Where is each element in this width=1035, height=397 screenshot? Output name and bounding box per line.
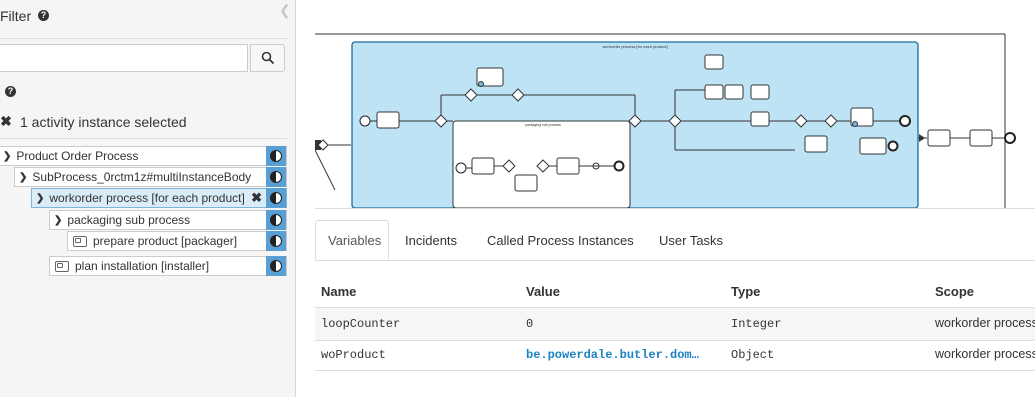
chevron-down-icon[interactable]: ❯ xyxy=(54,215,62,226)
variable-value[interactable]: 0 xyxy=(526,317,533,331)
column-header-value[interactable]: Value xyxy=(526,284,560,299)
table-row xyxy=(315,308,1035,340)
user-task-icon xyxy=(55,260,69,272)
variable-name: loopCounter xyxy=(321,317,401,331)
search-input[interactable] xyxy=(0,44,248,72)
filter-title: Filter xyxy=(0,8,32,24)
variable-type: Integer xyxy=(731,317,782,331)
panel-gutter xyxy=(307,0,315,397)
divider xyxy=(0,138,287,139)
tree-node-label: prepare product [packager] xyxy=(93,234,238,248)
chevron-down-icon[interactable]: ❯ xyxy=(19,172,27,183)
half-circle-icon xyxy=(270,192,282,204)
variable-scope: workorder process xyxy=(935,347,1035,361)
tab-user-tasks[interactable]: User Tasks xyxy=(647,220,735,260)
collapse-sidebar-icon[interactable]: ❮ xyxy=(279,2,291,19)
column-header-type[interactable]: Type xyxy=(731,284,760,299)
chevron-down-icon[interactable]: ❯ xyxy=(36,193,44,204)
tree-node-workorder[interactable]: ❯ workorder process [for each product] ✖ xyxy=(31,188,287,208)
table-divider xyxy=(315,340,1035,341)
toggle-instance-button[interactable] xyxy=(266,256,286,276)
tree-node-label: Product Order Process xyxy=(16,149,139,163)
deselect-icon[interactable]: ✖ xyxy=(251,190,262,206)
help-icon[interactable]: ? xyxy=(5,86,16,97)
half-circle-icon xyxy=(270,150,282,162)
toggle-instance-button[interactable] xyxy=(266,146,286,166)
pool-label: workorder process [for each product] xyxy=(602,44,667,49)
tree-node-label: packaging sub process xyxy=(67,213,191,227)
column-header-name[interactable]: Name xyxy=(321,284,356,299)
toggle-instance-button[interactable] xyxy=(266,188,286,208)
half-circle-icon xyxy=(270,171,282,183)
toggle-instance-button[interactable] xyxy=(266,231,286,251)
search-icon xyxy=(261,51,274,65)
tree-node-mi-body[interactable]: ❯ SubProcess_0rctm1z#multiInstanceBody xyxy=(14,167,287,187)
toggle-instance-button[interactable] xyxy=(266,167,286,187)
chevron-down-icon[interactable]: ❯ xyxy=(3,151,11,162)
variable-name: woProduct xyxy=(321,348,386,362)
filter-sidebar: ❮ Filter ? ? ✖ 1 activity instance selec… xyxy=(0,0,296,397)
tree-node-label: workorder process [for each product] xyxy=(49,191,245,205)
selection-row: ✖ 1 activity instance selected xyxy=(0,113,187,130)
toggle-instance-button[interactable] xyxy=(266,210,286,230)
half-circle-icon xyxy=(270,235,282,247)
column-header-scope[interactable]: Scope xyxy=(935,284,974,299)
bpmn-diagram[interactable]: workorder process [for each product] pac… xyxy=(314,0,1035,209)
tab-variables[interactable]: Variables xyxy=(315,220,389,260)
help-icon[interactable]: ? xyxy=(38,10,49,21)
tab-called-process-instances[interactable]: Called Process Instances xyxy=(475,220,646,260)
subprocess-label: packaging sub process xyxy=(525,123,561,127)
selection-text: 1 activity instance selected xyxy=(20,113,187,130)
detail-tabs: Variables Incidents Called Process Insta… xyxy=(315,212,1035,261)
variable-type: Object xyxy=(731,348,775,362)
tree-node-prepare[interactable]: prepare product [packager] xyxy=(67,231,287,251)
diagram-canvas[interactable]: workorder process [for each product] pac… xyxy=(314,0,1035,209)
clear-selection-icon[interactable]: ✖ xyxy=(0,113,12,130)
tree-node-label: plan installation [installer] xyxy=(75,259,210,273)
tree-node-plan[interactable]: plan installation [installer] xyxy=(49,256,287,276)
half-circle-icon xyxy=(270,214,282,226)
search-button[interactable] xyxy=(250,44,285,72)
variable-value-link[interactable]: be.powerdale.butler.dom… xyxy=(526,348,699,362)
tree-node-packaging[interactable]: ❯ packaging sub process xyxy=(49,210,287,230)
variable-scope: workorder process xyxy=(935,316,1035,330)
tree-node-root[interactable]: ❯ Product Order Process xyxy=(0,146,287,166)
tab-incidents[interactable]: Incidents xyxy=(393,220,469,260)
user-task-icon xyxy=(73,235,87,247)
half-circle-icon xyxy=(270,260,282,272)
tree-node-label: SubProcess_0rctm1z#multiInstanceBody xyxy=(32,170,252,184)
divider xyxy=(0,38,287,39)
table-divider xyxy=(315,370,1035,371)
